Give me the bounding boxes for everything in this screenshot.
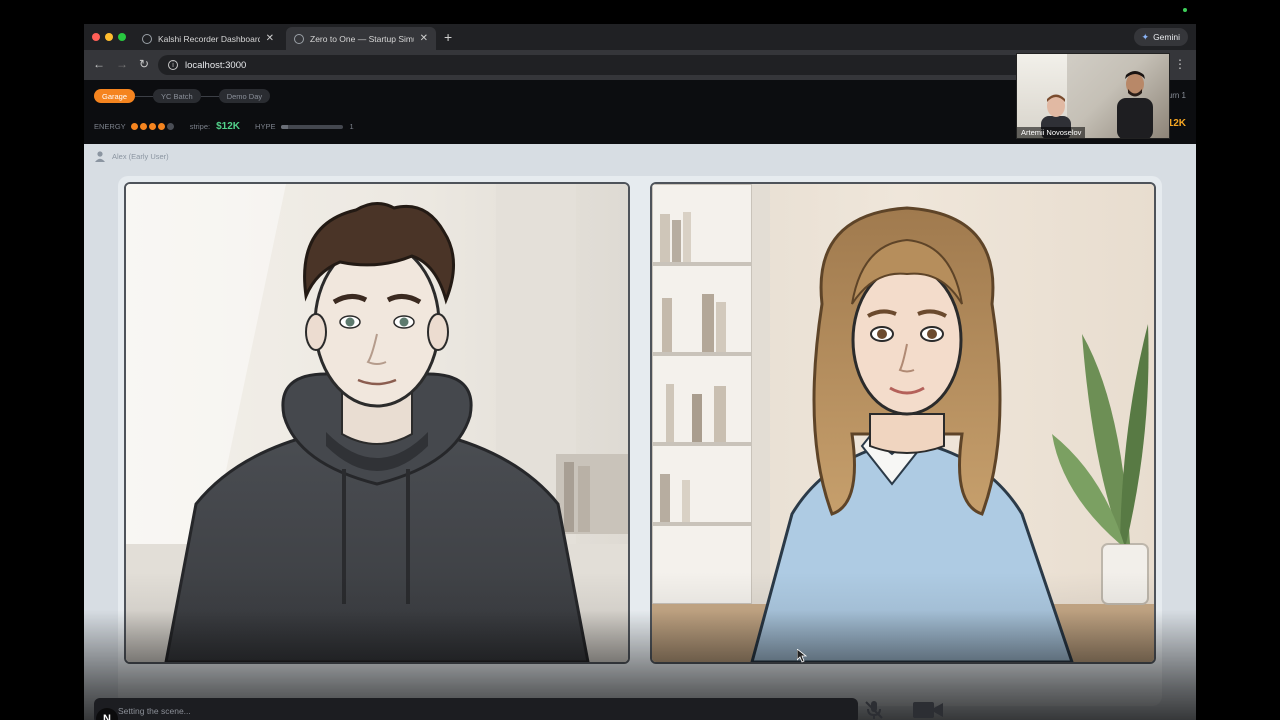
energy-dot <box>166 123 174 130</box>
stats-row: ENERGY stripe: $12K HYPE 1 <box>94 121 354 132</box>
hype-label: HYPE <box>255 122 276 131</box>
stage-connector <box>135 95 154 97</box>
close-tab-icon[interactable]: ✕ <box>420 33 428 44</box>
gemini-label: Gemini <box>1153 32 1180 42</box>
character-panel-woman <box>650 182 1156 664</box>
scene-message-input[interactable]: Setting the scene... <box>94 698 858 720</box>
pip-participant-2 <box>1117 71 1153 138</box>
energy-dot <box>130 123 138 130</box>
tab-bar: Kalshi Recorder Dashboard ✕ Zero to One … <box>84 24 1196 50</box>
stage-demo-day: Demo Day <box>218 89 271 103</box>
back-arrow-icon[interactable]: ← <box>93 57 105 71</box>
tab-title: Zero to One — Startup Simulator <box>310 33 414 44</box>
minimize-window-button[interactable] <box>105 33 113 41</box>
hype-bar <box>281 124 344 129</box>
address-url: localhost:3000 <box>185 59 247 71</box>
pip-participant-name: Artemii Novoselov <box>1017 127 1086 138</box>
forward-arrow-icon[interactable]: → <box>116 57 128 71</box>
stage-progress: Garage YC Batch Demo Day <box>94 89 271 103</box>
tab-title: Kalshi Recorder Dashboard <box>158 33 260 44</box>
stripe-value: $12K <box>216 121 241 132</box>
energy-dot <box>139 123 147 130</box>
stripe-label: stripe: <box>189 122 211 131</box>
recording-status-dot <box>1183 8 1187 12</box>
speaker-name: Alex (Early User) <box>112 151 169 161</box>
video-call-pip[interactable]: Artemii Novoselov <box>1016 53 1170 139</box>
stage-yc-batch: YC Batch <box>153 89 201 103</box>
stage-garage: Garage <box>94 89 136 103</box>
gemini-sparkle-icon: ✦ <box>1141 31 1150 42</box>
mouse-cursor-icon <box>797 649 807 663</box>
energy-label: ENERGY <box>94 122 126 131</box>
input-placeholder: Setting the scene... <box>118 706 191 716</box>
gemini-button[interactable]: ✦ Gemini <box>1133 28 1188 46</box>
hype-value: 1 <box>349 122 354 131</box>
camera-toggle-button[interactable] <box>910 698 946 720</box>
mute-microphone-button[interactable] <box>860 696 888 720</box>
microphone-off-icon <box>865 701 883 719</box>
globe-icon <box>142 33 152 44</box>
screen: Kalshi Recorder Dashboard ✕ Zero to One … <box>0 0 1280 720</box>
speaker-row: Alex (Early User) <box>94 150 169 162</box>
woman-portrait <box>652 184 1154 662</box>
stage-connector <box>200 95 219 97</box>
energy-meter <box>130 123 174 130</box>
tab-kalshi-recorder[interactable]: Kalshi Recorder Dashboard ✕ <box>134 27 282 50</box>
browser-menu-icon[interactable]: ⋮ <box>1174 57 1186 71</box>
game-scene: Alex (Early User) Setting the scene... N <box>84 144 1196 720</box>
founder-portrait <box>126 184 628 662</box>
address-bar[interactable]: i localhost:3000 <box>158 55 1098 75</box>
energy-dot <box>157 123 165 130</box>
site-info-icon[interactable]: i <box>168 60 178 70</box>
close-window-button[interactable] <box>92 33 100 41</box>
tab-zero-to-one[interactable]: Zero to One — Startup Simulator ✕ <box>286 27 436 50</box>
close-tab-icon[interactable]: ✕ <box>266 33 274 44</box>
globe-icon <box>294 33 304 44</box>
energy-dot <box>148 123 156 130</box>
maximize-window-button[interactable] <box>118 33 126 41</box>
browser-window: Kalshi Recorder Dashboard ✕ Zero to One … <box>84 24 1196 720</box>
new-tab-button[interactable]: + <box>444 29 452 45</box>
hype-bar-fill <box>281 124 288 129</box>
reload-icon[interactable]: ↻ <box>139 57 149 71</box>
character-panel-founder <box>124 182 630 664</box>
user-icon <box>95 151 105 162</box>
video-camera-icon <box>913 702 943 718</box>
